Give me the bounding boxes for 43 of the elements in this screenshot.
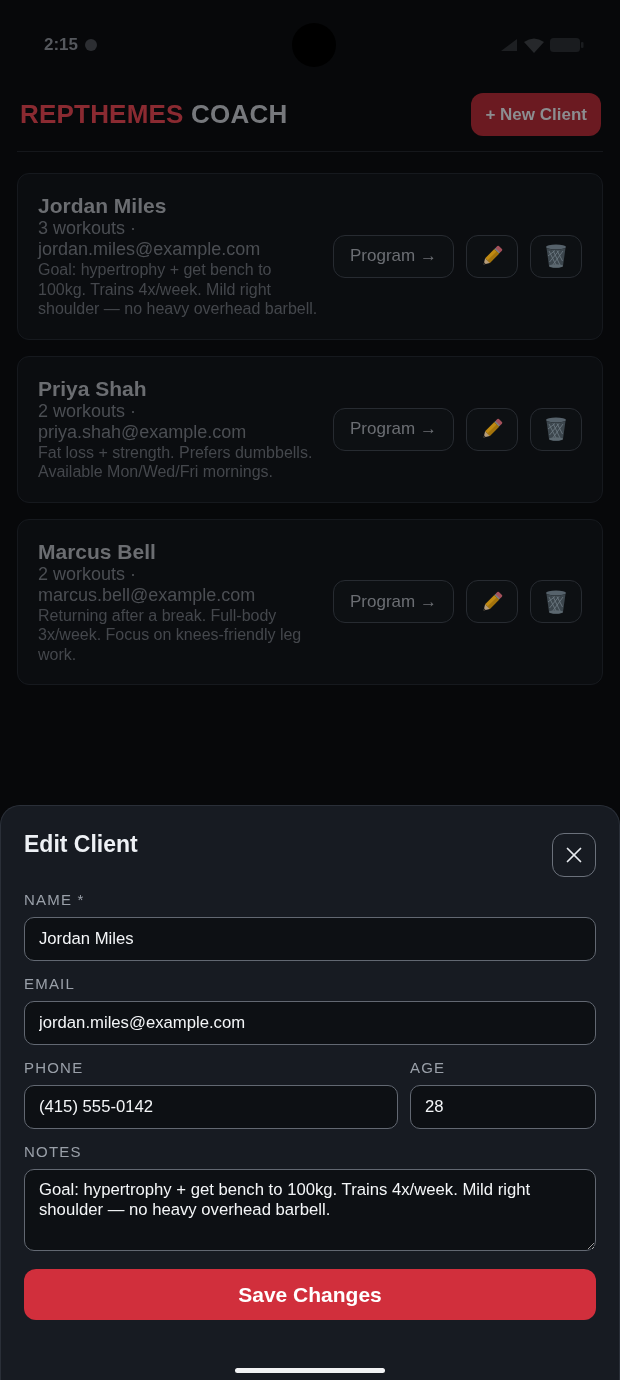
- client-notes: Goal: hypertrophy + get bench to 100kg. Trains 4x/week. Mild right shoulder — no heavy overhead barbell.: [38, 260, 319, 319]
- program-button[interactable]: Program →: [333, 234, 454, 278]
- field-label: NAME *: [24, 891, 86, 909]
- status-time: 2:15: [44, 35, 79, 55]
- program-button[interactable]: Program →: [333, 407, 454, 451]
- wastebasket-icon: [544, 416, 568, 442]
- new-client-button[interactable]: + New Client: [471, 93, 601, 136]
- status-circle-icon: [84, 38, 99, 52]
- save-button[interactable]: Save Changes: [24, 1269, 596, 1320]
- input-field[interactable]: (415) 555-0142: [24, 1085, 398, 1129]
- client-name: Jordan Miles: [38, 194, 168, 218]
- client-email: priya.shah@example.com: [38, 421, 248, 443]
- delete-button[interactable]: [530, 234, 582, 278]
- edit-button[interactable]: [466, 407, 518, 451]
- sheet-title: Edit Client: [24, 833, 138, 855]
- workout-count: 3 workouts ·: [38, 218, 138, 239]
- signal-icon: [500, 38, 518, 52]
- client-name: Priya Shah: [38, 376, 148, 401]
- wastebasket-icon: [544, 243, 568, 270]
- close-button[interactable]: [552, 833, 596, 877]
- delete-button[interactable]: [530, 407, 582, 451]
- program-button[interactable]: Program →: [333, 580, 454, 624]
- input-field[interactable]: Jordan Miles: [24, 917, 596, 961]
- client-email: jordan.miles@example.com: [38, 239, 262, 260]
- notes-field[interactable]: Goal: hypertrophy + get bench to 100kg. Trains 4x/week. Mild right shoulder — no heavy overhead barbell.: [24, 1169, 596, 1251]
- input-field[interactable]: jordan.miles@example.com: [24, 1001, 596, 1045]
- wifi-icon: [524, 37, 544, 53]
- field-label: PHONE: [24, 1059, 85, 1077]
- client-notes: Fat loss + strength. Prefers dumbbells. Available Mon/Wed/Fri mornings.: [38, 442, 314, 482]
- client-notes: Returning after a break. Full-body 3x/week. Focus on knees-friendly leg work.: [38, 605, 303, 664]
- input-field[interactable]: 28: [410, 1085, 596, 1129]
- field-label: AGE: [410, 1059, 447, 1077]
- client-email: marcus.bell@example.com: [38, 584, 257, 606]
- edit-button[interactable]: [466, 234, 518, 278]
- client-name: Marcus Bell: [38, 539, 157, 564]
- delete-button[interactable]: [530, 580, 582, 624]
- field-label: NOTES: [24, 1143, 83, 1161]
- workout-count: 2 workouts ·: [38, 563, 138, 585]
- wastebasket-icon: [544, 588, 568, 615]
- app-title: REPTHEMES COACH: [20, 99, 288, 130]
- edit-button[interactable]: [466, 580, 518, 624]
- workout-count: 2 workouts ·: [38, 400, 138, 422]
- field-label: EMAIL: [24, 975, 76, 993]
